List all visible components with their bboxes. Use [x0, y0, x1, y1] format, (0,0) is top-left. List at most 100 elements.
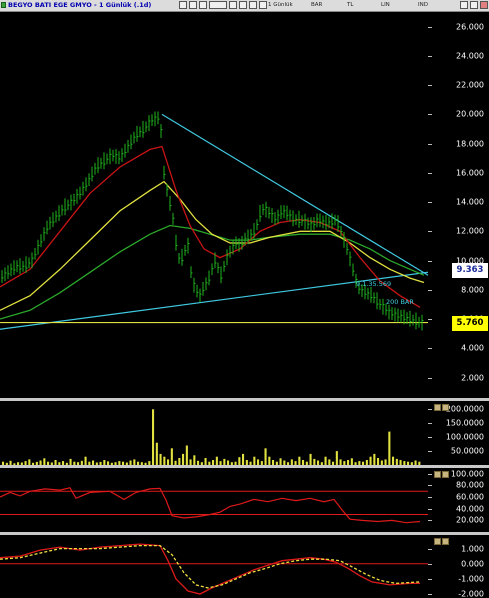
price-axis-tick-label: 12.000: [456, 226, 484, 236]
oscillator-axis-tick-mark: [428, 473, 432, 475]
volume-bar: [159, 453, 162, 465]
macd-axis-tick-label: -1.000: [458, 574, 484, 584]
oscillator-line: [0, 487, 421, 524]
oscillator-axis-tick-mark: [428, 485, 432, 487]
price-axis-tick-mark: [428, 55, 432, 57]
downtrend-line: [161, 113, 428, 276]
toolbar-settings-button[interactable]: [259, 1, 267, 9]
close-button[interactable]: [480, 1, 488, 9]
price-axis-tick-mark: [428, 172, 432, 174]
panel-minimize-button[interactable]: [434, 538, 441, 545]
volume-bar: [369, 456, 372, 465]
price-axis-tick-mark: [428, 260, 432, 262]
volume-bar: [178, 458, 181, 465]
price-axis[interactable]: 2.0004.0006.0008.00010.00012.00014.00016…: [428, 12, 489, 398]
volume-bar: [279, 458, 282, 465]
chart-type-selector[interactable]: BAR: [311, 0, 322, 11]
volume-bar: [43, 458, 46, 465]
oscillator-axis-tick-mark: [428, 497, 432, 499]
panel-minimize-button[interactable]: [434, 404, 441, 411]
indicator-selector[interactable]: IND: [418, 0, 428, 11]
volume-bar: [309, 453, 312, 465]
timeframe-selector[interactable]: 1 Günlük: [268, 0, 293, 11]
oscillator-chart: [0, 487, 428, 524]
volume-bar: [170, 448, 173, 465]
volume-axis-tick-label: 100.0000: [445, 432, 484, 442]
macd-axis-tick-label: 0.000: [461, 559, 484, 569]
macd-panel[interactable]: [0, 535, 428, 597]
volume-axis-tick-label: 50.0000: [450, 446, 484, 456]
price-axis-tick-label: 16.000: [456, 168, 484, 178]
trendline-value-badge: 9.363: [452, 262, 488, 278]
volume-bar: [298, 456, 301, 465]
volume-axis-tick-mark: [428, 451, 432, 453]
volume-bar: [204, 458, 207, 465]
price-axis-tick-label: 22.000: [456, 80, 484, 90]
panel-close-button[interactable]: [442, 404, 449, 411]
price-axis-tick-label: 2.000: [461, 373, 484, 383]
volume-bar: [335, 451, 338, 465]
maximize-button[interactable]: [470, 1, 478, 9]
price-axis-tick-mark: [428, 26, 432, 28]
price-axis-tick-label: 8.000: [461, 285, 484, 295]
support-value-badge: 5.760: [452, 315, 488, 331]
currency-selector[interactable]: TL: [347, 0, 353, 11]
toolbar-cursor-button[interactable]: [199, 1, 207, 9]
macd-axis-tick-mark: [428, 593, 432, 595]
volume-bar: [242, 453, 245, 465]
price-axis-tick-label: 14.000: [456, 197, 484, 207]
macd-axis-tick-mark: [428, 548, 432, 550]
price-axis-tick-mark: [428, 348, 432, 350]
volume-bar: [373, 453, 376, 465]
volume-axis-tick-mark: [428, 437, 432, 439]
toolbar-line-button[interactable]: [229, 1, 237, 9]
panel-minimize-button[interactable]: [434, 471, 441, 478]
volume-bar: [388, 431, 391, 465]
macd-chart: [0, 543, 428, 595]
price-axis-tick-label: 26.000: [456, 22, 484, 32]
volume-bar: [238, 457, 241, 465]
volume-bar: [253, 456, 256, 465]
toolbar-zoom-button[interactable]: [189, 1, 197, 9]
price-axis-tick-mark: [428, 231, 432, 233]
volume-bar: [350, 458, 353, 465]
macd-signal-line: [0, 544, 421, 589]
volume-bar: [163, 456, 166, 465]
toolbar-period-button[interactable]: [209, 1, 227, 9]
price-axis-tick-label: 18.000: [456, 139, 484, 149]
volume-axis-tick-mark: [428, 409, 432, 411]
price-axis-tick-mark: [428, 289, 432, 291]
oscillator-axis-tick-mark: [428, 520, 432, 522]
volume-axis-tick-mark: [428, 423, 432, 425]
volume-axis-tick-label: 150.0000: [445, 418, 484, 428]
price-axis-tick-mark: [428, 143, 432, 145]
oscillator-axis-tick-label: 80.000: [456, 480, 484, 490]
window-titlebar: BEGYO BATI EGE GMYO - 1 Günlük (.1d) 1 G…: [0, 0, 489, 12]
macd-axis-tick-mark: [428, 563, 432, 565]
price-panel[interactable]: [0, 12, 428, 398]
macd-axis-tick-label: 1.000: [461, 544, 484, 554]
volume-bar: [185, 445, 188, 465]
toolbar-text-button[interactable]: [239, 1, 247, 9]
panel-close-button[interactable]: [442, 538, 449, 545]
volume-bar: [392, 456, 395, 465]
volume-bar: [182, 453, 185, 465]
toolbar-draw-button[interactable]: [179, 1, 187, 9]
volume-panel[interactable]: [0, 401, 428, 465]
oscillator-axis-tick-label: 20.000: [456, 515, 484, 525]
toolbar-grid-button[interactable]: [249, 1, 257, 9]
panel-close-button[interactable]: [442, 471, 449, 478]
ma-label-1: 9.1.35.569: [356, 280, 392, 288]
volume-bar: [84, 456, 87, 465]
volume-chart: [2, 409, 421, 465]
oscillator-axis-tick-label: 40.000: [456, 504, 484, 514]
scale-selector[interactable]: LIN: [381, 0, 390, 11]
oscillator-axis-tick-label: 100.000: [450, 469, 484, 479]
macd-axis-tick-mark: [428, 578, 432, 580]
price-axis-tick-label: 20.000: [456, 109, 484, 119]
minimize-button[interactable]: [460, 1, 468, 9]
ma-label-2: 200 BAR: [386, 298, 414, 306]
price-axis-tick-label: 4.000: [461, 343, 484, 353]
oscillator-axis-tick-label: 60.000: [456, 492, 484, 502]
oscillator-panel[interactable]: [0, 468, 428, 532]
